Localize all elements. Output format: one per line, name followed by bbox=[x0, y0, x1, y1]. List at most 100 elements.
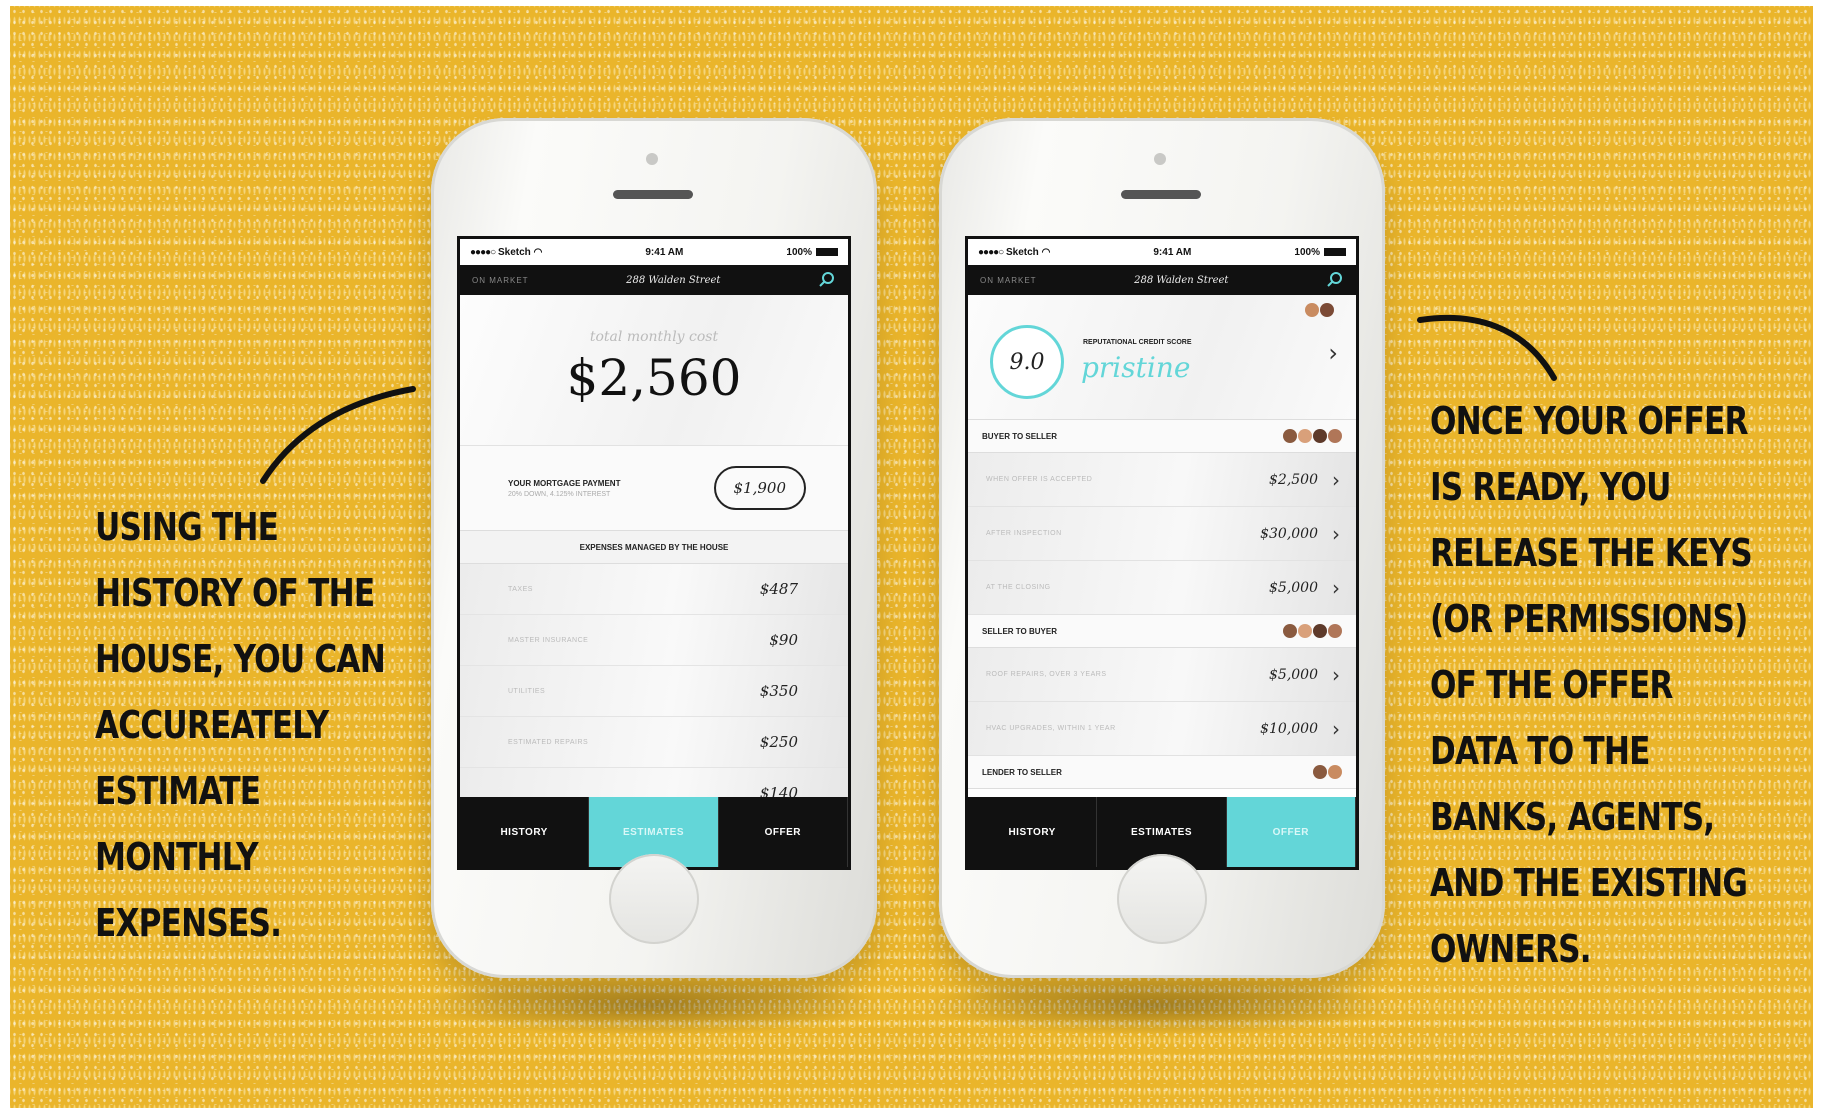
earpiece-speaker bbox=[1121, 190, 1201, 199]
nav-market-status[interactable]: ON MARKET bbox=[980, 276, 1037, 285]
chevron-right-icon[interactable]: › bbox=[1328, 339, 1338, 367]
offer-row-label: HVAC UPGRADES, WITHIN 1 YEAR bbox=[986, 725, 1116, 732]
avatar bbox=[1298, 624, 1312, 638]
chevron-right-icon[interactable]: › bbox=[1332, 663, 1340, 687]
poster-background: USING THE HISTORY OF THE HOUSE, YOU CAN … bbox=[10, 6, 1813, 1108]
chevron-right-icon[interactable]: › bbox=[1332, 522, 1340, 546]
offer-row[interactable]: AT THE CLOSING $5,000 › bbox=[968, 561, 1356, 615]
expense-label: TAXES bbox=[508, 585, 533, 593]
mortgage-row[interactable]: YOUR MORTGAGE PAYMENT 20% DOWN, 4.125% I… bbox=[460, 446, 848, 531]
search-icon[interactable] bbox=[1326, 271, 1344, 289]
avatar bbox=[1328, 624, 1342, 638]
offer-row-label: AFTER INSPECTION bbox=[986, 530, 1062, 537]
credit-score-rating: pristine bbox=[1081, 351, 1191, 384]
offer-row[interactable]: HVAC UPGRADES, WITHIN 1 YEAR $10,000 › bbox=[968, 702, 1356, 756]
offer-row-label: WHEN OFFER IS ACCEPTED bbox=[986, 476, 1093, 483]
caption-line: ACCUREATELY bbox=[95, 703, 329, 747]
carrier: Sketch bbox=[497, 246, 531, 258]
total-cost-panel: total monthly cost $2,560 bbox=[460, 295, 848, 446]
tab-offer[interactable]: OFFER bbox=[1226, 797, 1356, 867]
caption-line: RELEASE THE KEYS bbox=[1430, 531, 1753, 575]
caption-line: HOUSE, YOU CAN bbox=[95, 637, 386, 681]
avatar bbox=[1320, 303, 1334, 317]
expense-value: $487 bbox=[759, 580, 798, 598]
chevron-right-icon[interactable]: › bbox=[1332, 468, 1340, 492]
offer-row[interactable]: ROOF REPAIRS, OVER 3 YEARS $5,000 › bbox=[968, 648, 1356, 702]
caption-line: ESTIMATE bbox=[95, 769, 261, 813]
front-camera bbox=[1154, 153, 1166, 165]
expense-row[interactable]: MASTER INSURANCE $90 bbox=[460, 615, 848, 666]
avatar bbox=[1305, 303, 1319, 317]
avatar-group bbox=[1283, 429, 1342, 443]
clock: 9:41 AM bbox=[1153, 246, 1192, 258]
wifi-icon: ◠ bbox=[533, 246, 543, 258]
pointer-stroke-right bbox=[1417, 314, 1557, 381]
caption-line: (OR PERMISSIONS) bbox=[1430, 597, 1748, 641]
caption-right: ONCE YOUR OFFER IS READY, YOU RELEASE TH… bbox=[1430, 388, 1753, 982]
credit-score-label: REPUTATIONAL CREDIT SCORE bbox=[1083, 339, 1192, 346]
expense-value: $250 bbox=[759, 733, 798, 751]
credit-score-panel[interactable]: 9.0 REPUTATIONAL CREDIT SCORE pristine › bbox=[968, 295, 1356, 420]
tab-history[interactable]: HISTORY bbox=[460, 797, 590, 867]
expenses-section-title: EXPENSES MANAGED BY THE HOUSE bbox=[460, 531, 848, 564]
battery-icon bbox=[1323, 247, 1346, 256]
group-header-lender-to-seller: LENDER TO SELLER bbox=[968, 756, 1356, 789]
status-bar: ●●●●○ Sketch ◠ 9:41 AM 100% bbox=[968, 239, 1356, 265]
expense-row[interactable]: TAXES $487 bbox=[460, 564, 848, 615]
chevron-right-icon[interactable]: › bbox=[1332, 717, 1340, 741]
caption-line: AND THE EXISTING bbox=[1430, 861, 1748, 905]
expense-row[interactable]: UTILITIES $350 bbox=[460, 666, 848, 717]
offer-row-label: AT THE CLOSING bbox=[986, 584, 1051, 591]
group-header-buyer-to-seller: BUYER TO SELLER bbox=[968, 420, 1356, 453]
avatar bbox=[1298, 429, 1312, 443]
home-button[interactable] bbox=[609, 854, 699, 944]
clock: 9:41 AM bbox=[645, 246, 684, 258]
caption-line: MONTHLY bbox=[95, 835, 259, 879]
offer-row[interactable]: WHEN OFFER IS ACCEPTED $2,500 › bbox=[968, 453, 1356, 507]
avatar-group bbox=[1305, 303, 1334, 317]
search-icon[interactable] bbox=[818, 271, 836, 289]
avatar bbox=[1328, 429, 1342, 443]
expense-label: UTILITIES bbox=[508, 687, 546, 695]
expense-label: MASTER INSURANCE bbox=[508, 636, 589, 644]
signal-icon: ●●●●○ bbox=[470, 246, 496, 258]
avatar bbox=[1313, 624, 1327, 638]
mortgage-value-button[interactable]: $1,900 bbox=[713, 466, 806, 510]
caption-line: EXPENSES. bbox=[95, 901, 282, 945]
avatar bbox=[1283, 624, 1297, 638]
caption-line: IS READY, YOU bbox=[1430, 465, 1671, 509]
battery-percent: 100% bbox=[786, 246, 812, 258]
expense-row[interactable]: ESTIMATED REPAIRS $250 bbox=[460, 717, 848, 768]
avatar bbox=[1283, 429, 1297, 443]
offer-row[interactable]: AFTER INSPECTION $30,000 › bbox=[968, 507, 1356, 561]
offer-row-value: $5,000 bbox=[1269, 579, 1318, 596]
caption-line: USING THE bbox=[95, 505, 279, 549]
screen-offer: ●●●●○ Sketch ◠ 9:41 AM 100% ON MARKET 28… bbox=[965, 236, 1359, 870]
caption-line: BANKS, AGENTS, bbox=[1430, 795, 1715, 839]
avatar bbox=[1328, 765, 1342, 779]
nav-bar: ON MARKET 288 Walden Street bbox=[968, 265, 1356, 295]
offer-row-label: ROOF REPAIRS, OVER 3 YEARS bbox=[986, 671, 1107, 678]
offer-row-value: $10,000 bbox=[1260, 720, 1318, 737]
nav-market-status[interactable]: ON MARKET bbox=[472, 276, 529, 285]
home-button[interactable] bbox=[1117, 854, 1207, 944]
tab-offer[interactable]: OFFER bbox=[719, 797, 848, 867]
nav-bar: ON MARKET 288 Walden Street bbox=[460, 265, 848, 295]
expense-value: $90 bbox=[769, 631, 798, 649]
phone-offer: ●●●●○ Sketch ◠ 9:41 AM 100% ON MARKET 28… bbox=[939, 118, 1385, 978]
chevron-right-icon[interactable]: › bbox=[1332, 576, 1340, 600]
expense-label: ESTIMATED REPAIRS bbox=[508, 738, 589, 746]
group-header-seller-to-buyer: SELLER TO BUYER bbox=[968, 615, 1356, 648]
tab-history[interactable]: HISTORY bbox=[968, 797, 1098, 867]
offer-row-value: $2,500 bbox=[1269, 471, 1318, 488]
caption-left: USING THE HISTORY OF THE HOUSE, YOU CAN … bbox=[95, 494, 386, 956]
wifi-icon: ◠ bbox=[1041, 246, 1051, 258]
credit-score-ring: 9.0 bbox=[990, 325, 1064, 399]
mortgage-title: YOUR MORTGAGE PAYMENT bbox=[508, 478, 621, 488]
avatar-group bbox=[1313, 765, 1342, 779]
phone-shadow bbox=[410, 976, 890, 1036]
caption-line: DATA TO THE bbox=[1430, 729, 1650, 773]
avatar-group bbox=[1283, 624, 1342, 638]
total-cost-value: $2,560 bbox=[566, 349, 742, 407]
avatar bbox=[1313, 765, 1327, 779]
